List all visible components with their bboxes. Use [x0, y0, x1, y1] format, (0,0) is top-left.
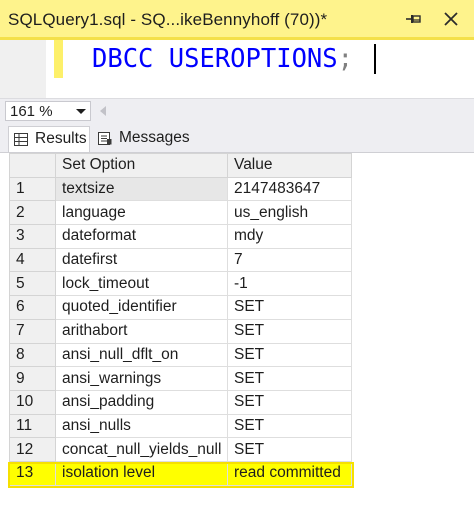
cell-value[interactable]: 7: [227, 247, 352, 273]
row-number[interactable]: 2: [9, 200, 56, 226]
table-row[interactable]: 4 datefirst 7: [9, 247, 352, 273]
zoom-bar: 161 %: [0, 98, 474, 122]
tab-messages-label: Messages: [119, 129, 190, 146]
code-line[interactable]: DBCC USEROPTIONS;: [92, 44, 353, 74]
document-tab-bar: SQLQuery1.sql - SQ...ikeBennyhoff (70))*: [0, 0, 474, 40]
row-number[interactable]: 4: [9, 247, 56, 273]
row-number[interactable]: 13: [9, 460, 56, 486]
code-keyword: DBCC USEROPTIONS: [92, 44, 338, 74]
tab-results[interactable]: Results: [8, 126, 90, 152]
cell-value[interactable]: us_english: [227, 200, 352, 226]
cell-set-option[interactable]: concat_null_yields_null: [55, 437, 228, 462]
row-number[interactable]: 7: [9, 318, 56, 344]
document-tab[interactable]: SQLQuery1.sql - SQ...ikeBennyhoff (70))*: [0, 0, 474, 40]
document-tab-title: SQLQuery1.sql - SQ...ikeBennyhoff (70))*: [8, 10, 328, 29]
cell-set-option[interactable]: isolation level: [55, 460, 228, 486]
scroll-left-icon[interactable]: [100, 106, 106, 116]
cell-value[interactable]: SET: [227, 295, 352, 320]
cell-value[interactable]: mdy: [227, 224, 352, 249]
row-number[interactable]: 6: [9, 295, 56, 320]
table-row[interactable]: 10 ansi_padding SET: [9, 389, 352, 415]
row-number[interactable]: 11: [9, 413, 56, 439]
cell-value[interactable]: SET: [227, 318, 352, 344]
row-number[interactable]: 12: [9, 437, 56, 462]
zoom-value: 161 %: [10, 103, 53, 120]
cell-set-option[interactable]: dateformat: [55, 224, 228, 249]
cell-value[interactable]: SET: [227, 389, 352, 415]
cell-value[interactable]: SET: [227, 413, 352, 439]
column-header-set-option[interactable]: Set Option: [55, 153, 228, 178]
table-row[interactable]: 1 textsize 2147483647: [9, 176, 352, 202]
cell-set-option[interactable]: textsize: [55, 176, 228, 202]
query-editor[interactable]: DBCC USEROPTIONS;: [0, 40, 474, 138]
table-row[interactable]: 8 ansi_null_dflt_on SET: [9, 342, 352, 368]
row-number[interactable]: 5: [9, 271, 56, 297]
cell-set-option[interactable]: ansi_nulls: [55, 413, 228, 439]
table-row[interactable]: 3 dateformat mdy: [9, 224, 352, 249]
cell-set-option[interactable]: ansi_null_dflt_on: [55, 342, 228, 368]
results-grid-area: Set Option Value 1 textsize 2147483647 2…: [0, 152, 474, 517]
cell-value[interactable]: -1: [227, 271, 352, 297]
code-terminator: ;: [337, 44, 353, 74]
close-icon[interactable]: [440, 8, 462, 30]
row-number[interactable]: 10: [9, 389, 56, 415]
table-row[interactable]: 11 ansi_nulls SET: [9, 413, 352, 439]
zoom-dropdown[interactable]: 161 %: [5, 101, 91, 121]
cell-set-option[interactable]: ansi_warnings: [55, 366, 228, 391]
cell-value[interactable]: 2147483647: [227, 176, 352, 202]
row-number[interactable]: 9: [9, 366, 56, 391]
column-header-value[interactable]: Value: [227, 153, 352, 178]
cell-value[interactable]: SET: [227, 366, 352, 391]
cell-set-option[interactable]: arithabort: [55, 318, 228, 344]
editor-margin: [0, 40, 46, 98]
cell-set-option[interactable]: ansi_padding: [55, 389, 228, 415]
row-number[interactable]: 8: [9, 342, 56, 368]
cell-set-option[interactable]: lock_timeout: [55, 271, 228, 297]
table-row[interactable]: 5 lock_timeout -1: [9, 271, 352, 297]
grid-icon: [14, 133, 28, 146]
table-row[interactable]: 7 arithabort SET: [9, 318, 352, 344]
highlighted-row[interactable]: 13 isolation level read committed: [9, 460, 352, 486]
results-grid: Set Option Value 1 textsize 2147483647 2…: [9, 153, 352, 486]
cell-set-option[interactable]: language: [55, 200, 228, 226]
cell-set-option[interactable]: datefirst: [55, 247, 228, 273]
cell-value[interactable]: SET: [227, 342, 352, 368]
messages-icon: [98, 132, 112, 145]
text-caret: [374, 44, 376, 74]
unsaved-change-indicator: [54, 40, 63, 78]
cell-value[interactable]: SET: [227, 437, 352, 462]
chevron-down-icon[interactable]: [76, 109, 86, 114]
tab-results-label: Results: [35, 130, 87, 147]
grid-header-row: Set Option Value: [9, 153, 352, 178]
table-row[interactable]: 2 language us_english: [9, 200, 352, 226]
table-row[interactable]: 12 concat_null_yields_null SET: [9, 437, 352, 462]
cell-set-option[interactable]: quoted_identifier: [55, 295, 228, 320]
row-number[interactable]: 3: [9, 224, 56, 249]
table-row[interactable]: 6 quoted_identifier SET: [9, 295, 352, 320]
cell-value[interactable]: read committed: [227, 460, 352, 486]
tab-messages[interactable]: Messages: [93, 126, 193, 152]
pin-icon[interactable]: [403, 9, 423, 29]
row-number-header[interactable]: [9, 153, 56, 178]
table-row[interactable]: 9 ansi_warnings SET: [9, 366, 352, 391]
results-tab-strip: Results Messages: [0, 122, 474, 152]
row-number[interactable]: 1: [9, 176, 56, 202]
